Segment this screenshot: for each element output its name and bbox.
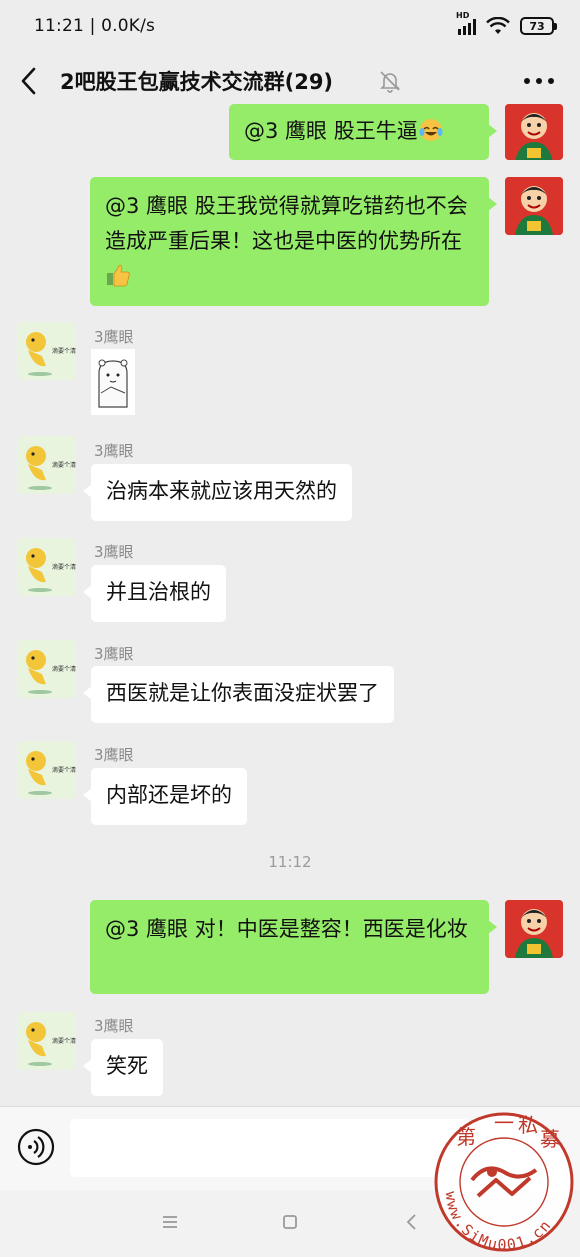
message-text: 内部还是坏的 <box>106 783 232 807</box>
chat-title: 2吧股王包赢技术交流群(29) <box>60 70 334 94</box>
my-avatar[interactable] <box>505 900 563 958</box>
mute-bell-icon <box>380 71 400 93</box>
avatar-caption: 滴要个清 <box>52 1037 76 1045</box>
message-bubble-incoming[interactable]: 笑死 <box>83 1039 163 1096</box>
voice-input-icon[interactable] <box>16 1127 56 1167</box>
sender-name: 3鹰眼 <box>94 1017 134 1035</box>
home-nav-icon[interactable] <box>278 1210 302 1234</box>
watermark-char-4: 募 <box>540 1127 560 1151</box>
chat-timestamp: 11:12 <box>268 853 312 871</box>
avatar-caption: 滴要个清 <box>52 665 76 673</box>
watermark-logo: 第 一 私 募 www.SiMu001.cn <box>434 1111 574 1254</box>
sender-name: 3鹰眼 <box>94 442 134 460</box>
thumbs-up-emoji-icon <box>107 264 130 287</box>
contact-avatar[interactable]: 滴要个清 <box>18 436 76 494</box>
sender-name: 3鹰眼 <box>94 645 134 663</box>
wifi-icon <box>486 17 510 34</box>
message-bubble-incoming[interactable]: 治病本来就应该用天然的 <box>83 464 352 521</box>
back-nav-icon[interactable] <box>400 1210 424 1234</box>
status-icons: HD 73 <box>456 11 557 35</box>
cartoon-boy-avatar-icon <box>505 104 563 160</box>
sticker-message[interactable] <box>91 349 135 415</box>
yellow-duck-avatar-icon: 滴要个清 <box>18 436 76 494</box>
contact-avatar[interactable]: 滴要个清 <box>18 322 76 380</box>
sender-name: 3鹰眼 <box>94 543 134 561</box>
message-text: @3 鹰眼 股王我觉得就算吃错药也不会造成严重后果！这也是中医的优势所在 <box>105 194 468 253</box>
yellow-duck-avatar-icon: 滴要个清 <box>18 741 76 799</box>
status-time: 11:21 | 0.0K/s <box>34 16 156 36</box>
message-bubble-incoming[interactable]: 并且治根的 <box>83 565 226 622</box>
sender-name: 3鹰眼 <box>94 746 134 764</box>
cartoon-boy-avatar-icon <box>505 900 563 958</box>
yellow-duck-avatar-icon: 滴要个清 <box>18 1012 76 1070</box>
sender-name: 3鹰眼 <box>94 328 134 346</box>
back-arrow-icon[interactable] <box>16 64 42 98</box>
message-text: @3 鹰眼 股王牛逼 <box>244 119 418 143</box>
avatar-caption: 滴要个清 <box>52 766 76 774</box>
message-bubble-incoming[interactable]: 内部还是坏的 <box>83 768 247 825</box>
message-text: 并且治根的 <box>106 580 211 604</box>
message-bubble-incoming[interactable]: 西医就是让你表面没症状罢了 <box>83 666 394 723</box>
yellow-duck-avatar-icon: 滴要个清 <box>18 322 76 380</box>
avatar-caption: 滴要个清 <box>52 461 76 469</box>
yellow-duck-avatar-icon: 滴要个清 <box>18 538 76 596</box>
contact-avatar[interactable]: 滴要个清 <box>18 640 76 698</box>
signal-icon: HD <box>456 11 476 35</box>
contact-avatar[interactable]: 滴要个清 <box>18 741 76 799</box>
message-bubble-outgoing[interactable]: @3 鹰眼 对！中医是整容！西医是化妆 <box>90 900 497 994</box>
bear-sticker-icon <box>91 349 135 415</box>
laughing-crying-emoji-icon <box>419 119 443 141</box>
my-avatar[interactable] <box>505 104 563 160</box>
contact-avatar[interactable]: 滴要个清 <box>18 538 76 596</box>
watermark-char-1: 第 <box>456 1125 476 1149</box>
message-bubble-outgoing[interactable]: @3 鹰眼 股王牛逼 <box>229 104 497 160</box>
message-text: 笑死 <box>106 1054 148 1078</box>
message-text: 西医就是让你表面没症状罢了 <box>106 681 379 705</box>
more-options-icon[interactable] <box>522 72 556 90</box>
battery-icon: 73 <box>520 17 557 35</box>
yellow-duck-avatar-icon: 滴要个清 <box>18 640 76 698</box>
message-text: @3 鹰眼 对！中医是整容！西医是化妆 <box>105 917 468 941</box>
avatar-caption: 滴要个清 <box>52 563 76 571</box>
menu-nav-icon[interactable] <box>158 1210 182 1234</box>
message-bubble-outgoing[interactable]: @3 鹰眼 股王我觉得就算吃错药也不会造成严重后果！这也是中医的优势所在 <box>90 177 497 306</box>
hd-label: HD <box>456 11 470 20</box>
my-avatar[interactable] <box>505 177 563 235</box>
status-bar: 11:21 | 0.0K/s HD 73 <box>0 0 580 52</box>
avatar-caption: 滴要个清 <box>52 347 76 355</box>
message-input[interactable] <box>70 1119 470 1177</box>
cartoon-boy-avatar-icon <box>505 177 563 235</box>
message-text: 治病本来就应该用天然的 <box>106 479 337 503</box>
watermark-char-3: 私 <box>518 1113 538 1137</box>
chat-header: 2吧股王包赢技术交流群(29) <box>0 52 580 110</box>
battery-level: 73 <box>529 19 545 33</box>
contact-avatar[interactable]: 滴要个清 <box>18 1012 76 1070</box>
watermark-char-2: 一 <box>494 1111 514 1135</box>
